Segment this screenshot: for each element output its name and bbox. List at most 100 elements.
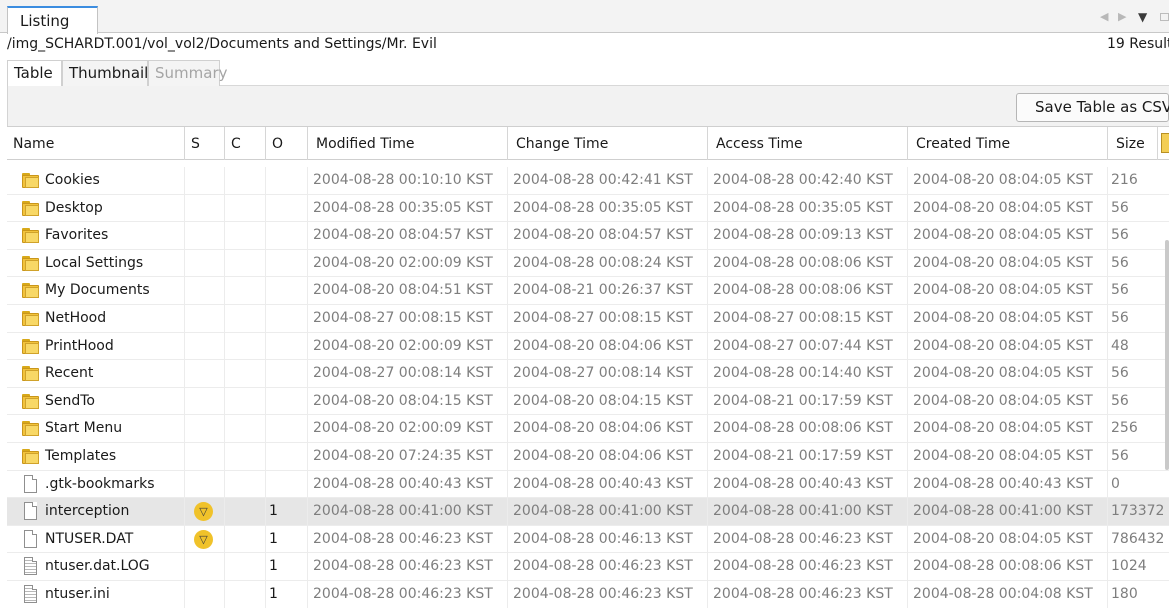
cell-size: 256 (1111, 420, 1138, 437)
save-table-csv-button[interactable]: Save Table as CSV (1016, 93, 1169, 122)
cell-o (266, 360, 308, 388)
cell-c (225, 525, 266, 553)
cell-s (185, 415, 225, 443)
folder-icon (22, 255, 39, 271)
table-row[interactable]: Templates 2004-08-20 07:24:35 KST 2004-08-… (7, 443, 1169, 471)
cell-access-time: 2004-08-27 00:07:44 KST (708, 332, 908, 360)
file-icon (24, 529, 37, 548)
cell-change-time: 2004-08-27 00:08:14 KST (508, 360, 708, 388)
cell-change-time: 2004-08-28 00:35:05 KST (508, 194, 708, 222)
cell-change-time: 2004-08-28 00:42:41 KST (508, 167, 708, 194)
column-header-o[interactable]: O (266, 127, 308, 160)
cell-change-time: 2004-08-27 00:08:15 KST (508, 305, 708, 332)
tab-scroll-left-icon[interactable]: ◀ (1100, 10, 1108, 23)
table-row[interactable]: Favorites 2004-08-20 08:04:57 KST 2004-08-… (7, 222, 1169, 250)
column-chooser-icon[interactable] (1161, 133, 1169, 153)
cell-access-time: 2004-08-28 00:08:06 KST (708, 277, 908, 305)
minimize-icon[interactable] (1160, 13, 1169, 21)
tab-scroll-right-icon[interactable]: ▶ (1118, 10, 1126, 23)
cell-created-time: 2004-08-20 08:04:05 KST (908, 167, 1108, 194)
column-header-name[interactable]: Name (7, 127, 185, 160)
cell-modified-time: 2004-08-20 07:24:35 KST (308, 443, 508, 470)
current-path: /img_SCHARDT.001/vol_vol2/Documents and … (7, 36, 437, 52)
cell-access-time: 2004-08-27 00:08:15 KST (708, 305, 908, 332)
cell-access-time: 2004-08-28 00:35:05 KST (708, 194, 908, 222)
column-header-access-time[interactable]: Access Time (708, 127, 908, 160)
table-row[interactable]: PrintHood 2004-08-20 02:00:09 KST 2004-08-… (7, 332, 1169, 361)
cell-s (185, 222, 225, 250)
cell-modified-time: 2004-08-20 08:04:57 KST (308, 222, 508, 250)
column-header-change-time[interactable]: Change Time (508, 127, 708, 160)
vertical-scrollbar[interactable] (1165, 240, 1169, 470)
folder-icon (22, 366, 39, 382)
cell-c (225, 222, 266, 250)
table-row[interactable]: .gtk-bookmarks 2004-08-28 00:40:43 KST 200… (7, 470, 1169, 499)
cell-s (185, 249, 225, 277)
cell-o: 1 (266, 525, 308, 553)
column-header-s[interactable]: S (185, 127, 225, 160)
cell-created-time: 2004-08-20 08:04:05 KST (908, 277, 1108, 305)
column-header-modified-time[interactable]: Modified Time (308, 127, 508, 160)
tab-table[interactable]: Table (7, 60, 62, 86)
table-row[interactable]: Recent 2004-08-27 00:08:14 KST 2004-08-27 … (7, 360, 1169, 388)
cell-access-time: 2004-08-28 00:08:06 KST (708, 415, 908, 443)
table-row[interactable]: Desktop 2004-08-28 00:35:05 KST 2004-08-28… (7, 194, 1169, 223)
cell-s (185, 360, 225, 388)
cell-o (266, 222, 308, 250)
table-row[interactable]: Start Menu 2004-08-20 02:00:09 KST 2004-08… (7, 415, 1169, 443)
cell-access-time: 2004-08-21 00:17:59 KST (708, 443, 908, 470)
column-header-created-time[interactable]: Created Time (908, 127, 1108, 160)
tab-thumbnail[interactable]: Thumbnail (62, 60, 148, 86)
cell-c (225, 332, 266, 360)
table-row[interactable]: ntuser.ini 1 2004-08-28 00:46:23 KST 2004-0… (7, 581, 1169, 608)
cell-size: 56 (1111, 448, 1129, 464)
cell-access-time: 2004-08-28 00:46:23 KST (708, 525, 908, 553)
cell-o (266, 305, 308, 332)
interesting-item-flag-icon: ▽ (194, 529, 213, 549)
folder-icon (22, 311, 39, 326)
folder-icon (22, 421, 39, 437)
table-row[interactable]: Local Settings 2004-08-20 02:00:09 KST 200… (7, 249, 1169, 278)
cell-modified-time: 2004-08-28 00:40:43 KST (308, 470, 508, 498)
cell-modified-time: 2004-08-20 02:00:09 KST (308, 415, 508, 443)
cell-c (225, 443, 266, 470)
cell-c (225, 387, 266, 415)
file-icon (24, 502, 37, 521)
table-row[interactable]: ntuser.dat.LOG 1 2004-08-28 00:46:23 KST 20… (7, 553, 1169, 581)
cell-c (225, 553, 266, 581)
cell-change-time: 2004-08-20 08:04:06 KST (508, 443, 708, 470)
cell-o (266, 470, 308, 498)
cell-change-time: 2004-08-28 00:46:13 KST (508, 525, 708, 553)
cell-size: 786432 (1111, 530, 1165, 547)
table-row[interactable]: NetHood 2004-08-27 00:08:15 KST 2004-08-27… (7, 305, 1169, 333)
cell-created-time: 2004-08-20 08:04:05 KST (908, 387, 1108, 415)
tab-listing[interactable]: Listing (7, 6, 98, 34)
cell-s: ▽ (185, 498, 225, 526)
cell-c (225, 498, 266, 526)
table-row[interactable]: My Documents 2004-08-20 08:04:51 KST 2004-… (7, 277, 1169, 305)
cell-change-time: 2004-08-20 08:04:06 KST (508, 332, 708, 360)
cell-access-time: 2004-08-28 00:42:40 KST (708, 167, 908, 194)
table-row[interactable]: NTUSER.DAT ▽ 1 2004-08-28 00:46:23 KST 2004-… (7, 525, 1169, 554)
cell-created-time: 2004-08-28 00:40:43 KST (908, 470, 1108, 498)
cell-o (266, 443, 308, 470)
cell-size: 56 (1111, 365, 1129, 382)
cell-s (185, 553, 225, 581)
cell-change-time: 2004-08-20 08:04:57 KST (508, 222, 708, 250)
tab-summary: Summary (148, 60, 228, 86)
table-row[interactable]: interception ▽ 1 2004-08-28 00:41:00 KST 200… (7, 498, 1169, 526)
cell-c (225, 277, 266, 305)
cell-modified-time: 2004-08-27 00:08:14 KST (308, 360, 508, 388)
cell-c (225, 360, 266, 388)
folder-icon (22, 338, 39, 354)
table-row[interactable]: Cookies 2004-08-28 00:10:10 KST 2004-08-28… (7, 167, 1169, 195)
tab-menu-icon[interactable]: ▼ (1138, 10, 1147, 24)
column-header-size[interactable]: Size (1108, 127, 1158, 160)
cell-o (266, 277, 308, 305)
cell-o (266, 415, 308, 443)
table-row[interactable]: SendTo 2004-08-20 08:04:15 KST 2004-08-20 … (7, 387, 1169, 416)
column-header-c[interactable]: C (225, 127, 266, 160)
cell-s (185, 194, 225, 222)
cell-access-time: 2004-08-28 00:41:00 KST (708, 498, 908, 526)
cell-c (225, 167, 266, 194)
